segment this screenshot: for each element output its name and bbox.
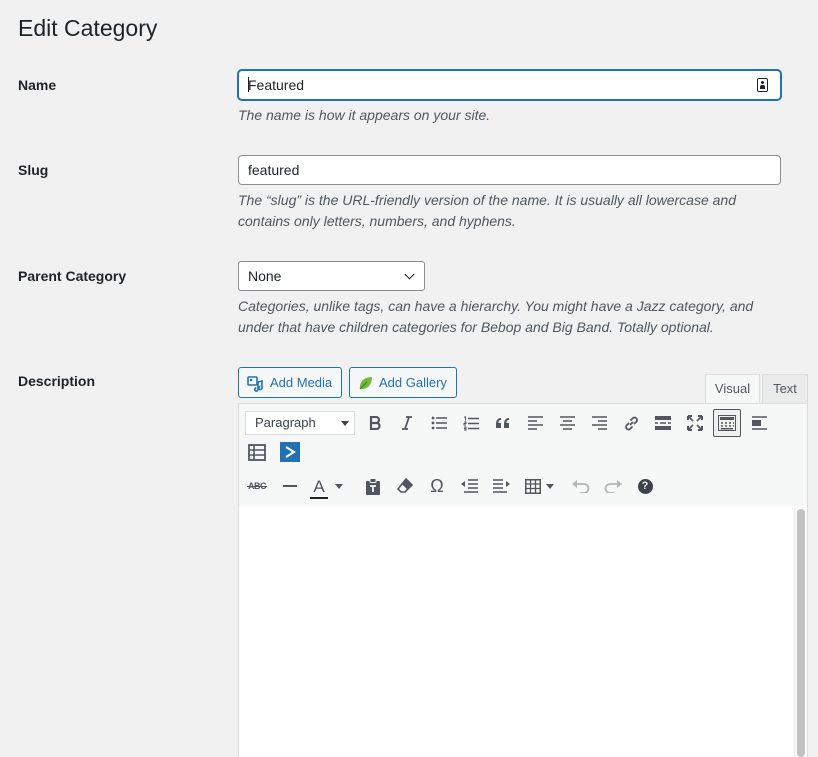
strikethrough-icon: ABC [247,481,267,491]
table-icon [525,478,541,494]
italic-icon [400,416,414,430]
leaf-icon [358,376,373,391]
help-button[interactable]: ? [631,472,659,500]
undo-icon [572,479,590,493]
align-center-icon [559,416,575,430]
layout-button[interactable] [243,438,271,466]
add-media-button[interactable]: Add Media [238,367,343,398]
text-color-icon: A [310,476,328,499]
bold-button[interactable] [361,409,389,437]
paragraph-format-select[interactable]: Paragraph [245,411,355,435]
slug-hint: The “slug” is the URL-friendly version o… [238,190,778,232]
toolbar-toggle-button[interactable] [713,409,741,437]
indent-icon [492,479,510,493]
numbered-list-button[interactable] [457,409,485,437]
help-icon: ? [637,478,653,494]
blockquote-button[interactable] [489,409,517,437]
horizontal-line-button[interactable] [276,472,304,500]
table-dropdown[interactable] [543,472,557,500]
clear-formatting-button[interactable] [391,472,419,500]
chevron-down-icon [404,269,415,280]
clear-formatting-icon [397,478,413,494]
align-right-icon [591,416,607,430]
link-icon [623,415,640,432]
bulleted-list-icon [431,416,447,430]
contact-autofill-icon[interactable] [757,78,768,92]
page-title: Edit Category [18,15,158,41]
layout-icon [248,443,266,461]
special-character-button[interactable]: Ω [423,472,451,500]
parent-category-selected: None [248,268,282,284]
text-color-button[interactable]: A [308,472,330,500]
format-select-value: Paragraph [255,415,316,430]
name-label: Name [18,77,57,93]
tab-text[interactable]: Text [762,374,808,404]
description-editor[interactable] [238,506,808,757]
link-button[interactable] [617,409,645,437]
toolbar-toggle-icon [718,415,736,431]
text-color-dropdown[interactable] [332,472,346,500]
tab-visual[interactable]: Visual [705,374,760,404]
slug-input-value: featured [248,162,300,178]
fullscreen-button[interactable] [681,409,709,437]
dropdown-arrow-icon [546,483,554,489]
plugin-arrow-button[interactable] [276,438,304,466]
outdent-button[interactable] [455,472,483,500]
italic-button[interactable] [393,409,421,437]
text-color-glyph: A [313,476,325,496]
add-media-label: Add Media [270,375,333,390]
undo-button[interactable] [567,472,595,500]
add-gallery-button[interactable]: Add Gallery [349,367,457,398]
media-icon [247,375,264,392]
slug-label: Slug [18,162,49,178]
editor-toolbar: Paragraph ABC A Ω ? [238,403,808,507]
paste-text-button[interactable] [359,472,387,500]
redo-icon [604,479,622,493]
blockquote-icon [495,417,511,429]
outdent-icon [460,479,478,493]
slug-input[interactable]: featured [238,155,781,185]
align-right-button[interactable] [585,409,613,437]
align-center-button[interactable] [553,409,581,437]
parent-hint-line1: Categories, unlike tags, can have a hier… [238,298,754,314]
redo-button[interactable] [599,472,627,500]
name-input[interactable]: Featured [238,70,781,100]
align-left-button[interactable] [521,409,549,437]
bold-icon [368,416,382,430]
read-more-button[interactable] [649,409,677,437]
plugin-arrow-icon [280,442,300,462]
dropdown-arrow-icon [335,483,343,489]
parent-category-label: Parent Category [18,268,127,284]
slug-hint-line1: The “slug” is the URL-friendly version o… [238,192,736,208]
fullscreen-icon [687,415,703,431]
help-glyph: ? [641,480,649,492]
parent-hint: Categories, unlike tags, can have a hier… [238,296,778,338]
parent-hint-line2: under that have children categories for … [238,319,714,335]
special-character-icon: Ω [430,475,444,496]
name-hint: The name is how it appears on your site. [238,107,491,123]
name-input-value: Featured [248,77,305,93]
align-left-alt-icon [751,416,767,430]
numbered-list-icon [463,416,479,431]
horizontal-line-icon [283,484,297,488]
dropdown-arrow-icon [341,421,349,426]
indent-button[interactable] [487,472,515,500]
slug-hint-line2: contains only letters, numbers, and hyph… [238,213,516,229]
read-more-icon [655,416,671,430]
bulleted-list-button[interactable] [425,409,453,437]
align-left-icon [527,416,543,430]
paste-text-icon [365,477,381,495]
strikethrough-button[interactable]: ABC [243,472,271,500]
add-gallery-label: Add Gallery [379,375,447,390]
editor-scrollbar-thumb[interactable] [797,509,805,757]
description-label: Description [18,373,96,389]
align-left-alt-button[interactable] [745,409,773,437]
parent-category-select[interactable]: None [238,261,425,291]
